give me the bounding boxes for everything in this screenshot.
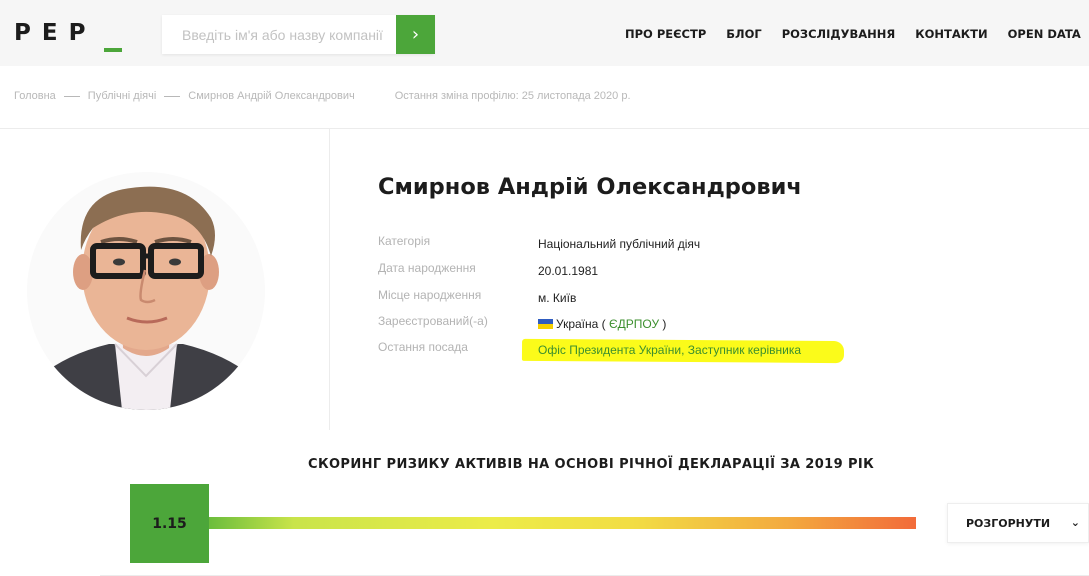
info-value: Україна ( ЄДРПОУ ) — [538, 314, 666, 334]
scoring-title: СКОРИНГ РИЗИКУ АКТИВІВ НА ОСНОВІ РІЧНОЇ … — [308, 457, 875, 472]
info-label: Місце народження — [378, 288, 482, 302]
info-row-birth-date: Дата народження 20.01.1981 — [378, 261, 598, 281]
main-nav: ПРО РЕЄСТР БЛОГ РОЗСЛІДУВАННЯ КОНТАКТИ O… — [625, 27, 1089, 41]
breadcrumb-separator — [63, 95, 80, 97]
nav-open-data[interactable]: OPEN DATA — [1008, 27, 1081, 41]
site-header: PEP › ПРО РЕЄСТР БЛОГ РОЗСЛІДУВАННЯ КОНТ… — [0, 0, 1089, 66]
info-row-registered: Зареєстрований(-а) Україна ( ЄДРПОУ ) — [378, 314, 666, 334]
logo-cursor — [104, 48, 122, 52]
info-label: Остання посада — [378, 340, 468, 354]
search-button[interactable]: › — [396, 15, 435, 54]
nav-blog[interactable]: БЛОГ — [726, 27, 761, 41]
ukraine-flag-icon — [538, 319, 553, 329]
expand-label: РОЗГОРНУТИ — [966, 516, 1051, 530]
info-value: м. Київ — [538, 291, 577, 305]
search-input[interactable] — [162, 15, 396, 54]
breadcrumb-separator — [164, 95, 181, 97]
info-label: Зареєстрований(-а) — [378, 314, 488, 328]
nav-about[interactable]: ПРО РЕЄСТР — [625, 27, 706, 41]
breadcrumb-public-figures[interactable]: Публічні діячі — [88, 90, 157, 102]
info-value: Національний публічний діяч — [538, 237, 701, 251]
paren-close: ) — [659, 317, 667, 331]
info-label: Дата народження — [378, 261, 476, 275]
score-value: 1.15 — [130, 484, 209, 563]
info-row-birth-place: Місце народження м. Київ — [378, 288, 576, 308]
divider — [0, 128, 1089, 129]
nav-contacts[interactable]: КОНТАКТИ — [915, 27, 987, 41]
search-box: › — [162, 15, 435, 54]
nav-investigations[interactable]: РОЗСЛІДУВАННЯ — [782, 27, 896, 41]
profile-updated-date: Остання зміна профілю: 25 листопада 2020… — [394, 90, 631, 102]
paren-open: ( — [598, 317, 609, 331]
breadcrumb-current: Смирнов Андрій Олександрович — [188, 90, 355, 102]
risk-gradient-bar — [209, 517, 916, 529]
country-name: Україна — [556, 317, 599, 331]
info-row-last-position: Остання посада Офіс Президента України, … — [378, 340, 801, 360]
person-photo — [27, 172, 265, 410]
page-title: Смирнов Андрій Олександрович — [378, 174, 802, 200]
expand-button[interactable]: РОЗГОРНУТИ ⌄ — [947, 503, 1089, 543]
info-row-category: Категорія Національний публічний діяч — [378, 234, 700, 254]
info-label: Категорія — [378, 234, 431, 248]
divider — [329, 129, 330, 430]
chevron-down-icon: ⌄ — [1070, 516, 1080, 529]
logo[interactable]: PEP — [14, 20, 96, 46]
breadcrumb-home[interactable]: Головна — [14, 90, 56, 102]
last-position-link[interactable]: Офіс Президента України, Заступник керів… — [538, 340, 801, 360]
edrpou-link[interactable]: ЄДРПОУ — [609, 317, 659, 331]
breadcrumb: Головна Публічні діячі Смирнов Андрій Ол… — [14, 90, 631, 102]
info-value: 20.01.1981 — [538, 264, 599, 278]
avatar — [27, 172, 265, 410]
